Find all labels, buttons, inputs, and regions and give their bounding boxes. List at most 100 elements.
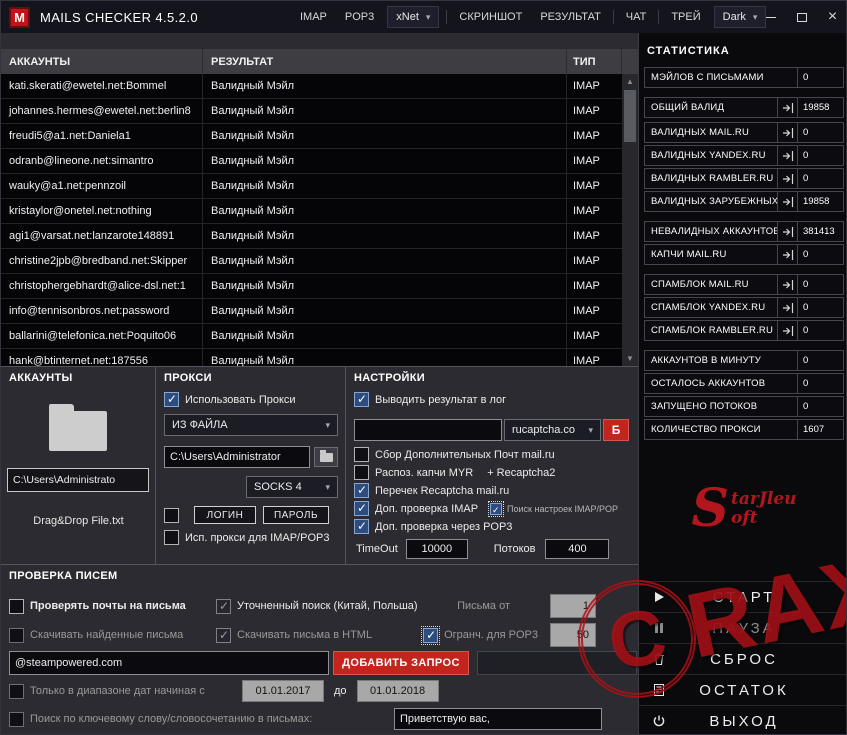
result-cell: Валидный Мэйл [203, 124, 567, 148]
login-button[interactable]: ЛОГИН [194, 506, 256, 524]
table-row[interactable]: odranb@lineone.net:simantroВалидный Мэйл… [1, 149, 622, 174]
result-cell: Валидный Мэйл [203, 299, 567, 323]
proxy-panel: ПРОКСИ Использовать Прокси ИЗ ФАЙЛА SOCK… [156, 366, 346, 564]
extra-pop3-checkbox[interactable] [354, 519, 369, 534]
proxy-for-imap-checkbox[interactable] [164, 530, 179, 545]
export-icon[interactable] [778, 97, 798, 118]
pop3-limit-checkbox[interactable] [423, 628, 438, 643]
scrollbar-thumb[interactable] [624, 90, 636, 142]
refined-search-label: Уточненный поиск (Китай, Польша) [237, 600, 418, 612]
minimize-icon [766, 17, 776, 18]
collect-mail-checkbox[interactable] [354, 447, 369, 462]
date-to-label: до [334, 685, 347, 697]
reset-button[interactable]: СБРОС [639, 643, 847, 674]
xnet-select[interactable]: xNet [387, 6, 439, 28]
menu-tray[interactable]: ТРЕЙ [662, 1, 709, 33]
table-row[interactable]: christine2jpb@bredband.net:SkipperВалидн… [1, 249, 622, 274]
exit-button[interactable]: ВЫХОД [639, 705, 847, 735]
query-input[interactable] [9, 651, 329, 675]
type-cell: IMAP [567, 274, 622, 298]
titlebar: M MAILS CHECKER 4.5.2.0 IMAP POP3 xNet С… [1, 1, 847, 33]
extra-imap-checkbox[interactable] [354, 501, 369, 516]
date-to-input[interactable] [357, 680, 439, 702]
export-icon[interactable] [778, 320, 798, 341]
password-button[interactable]: ПАРОЛЬ [263, 506, 329, 524]
menu-pop3[interactable]: POP3 [336, 1, 383, 33]
export-icon[interactable] [778, 297, 798, 318]
export-icon[interactable] [778, 122, 798, 143]
captcha-service-select[interactable]: rucaptcha.co [504, 419, 601, 441]
table-row[interactable]: johannes.hermes@ewetel.net:berlin8Валидн… [1, 99, 622, 124]
table-scrollbar[interactable] [622, 74, 638, 366]
stat-value: 0 [798, 297, 844, 318]
start-button[interactable]: СТАРТ [639, 581, 847, 612]
check-letters-checkbox[interactable] [9, 599, 24, 614]
balance-button[interactable]: Б [603, 419, 629, 441]
table-row[interactable]: info@tennisonbros.net:passwordВалидный М… [1, 299, 622, 324]
keyword-input[interactable] [394, 708, 602, 730]
proxy-path-input[interactable] [164, 446, 310, 468]
add-query-button[interactable]: ДОБАВИТЬ ЗАПРОС [333, 651, 469, 675]
log-output-checkbox[interactable] [354, 392, 369, 407]
table-row[interactable]: kati.skerati@ewetel.net:BommelВалидный М… [1, 74, 622, 99]
recheck-recaptcha-checkbox[interactable] [354, 483, 369, 498]
column-header-type[interactable]: ТИП [567, 49, 622, 74]
minimize-button[interactable] [755, 1, 786, 33]
proxy-auth-checkbox[interactable] [164, 508, 179, 523]
pop3-limit-input[interactable] [550, 623, 596, 647]
stat-value: 0 [798, 350, 844, 371]
recognize-captcha-checkbox[interactable] [354, 465, 369, 480]
column-header-accounts[interactable]: АККАУНТЫ [1, 49, 203, 74]
keyword-search-checkbox[interactable] [9, 712, 24, 727]
menu-result[interactable]: РЕЗУЛЬТАТ [531, 1, 609, 33]
pause-button[interactable]: ПАУЗА [639, 612, 847, 643]
threads-input[interactable] [545, 539, 609, 559]
menu-imap[interactable]: IMAP [291, 1, 336, 33]
download-html-checkbox[interactable] [216, 628, 231, 643]
stat-label: КАПЧИ MAIL.RU [644, 244, 778, 265]
refined-search-checkbox[interactable] [216, 599, 231, 614]
menu-chat[interactable]: ЧАТ [617, 1, 656, 33]
table-row[interactable]: wauky@a1.net:pennzoilВалидный МэйлIMAP [1, 174, 622, 199]
letters-from-input[interactable] [550, 594, 596, 618]
window-controls [755, 1, 847, 33]
export-icon[interactable] [778, 244, 798, 265]
proxy-folder-button[interactable] [314, 447, 338, 467]
close-button[interactable] [817, 1, 847, 33]
letters-check-panel: ПРОВЕРКА ПИСЕМ Проверять почты на письма… [1, 564, 638, 735]
use-proxy-checkbox[interactable] [164, 392, 179, 407]
date-range-checkbox[interactable] [9, 684, 24, 699]
export-icon[interactable] [778, 274, 798, 295]
column-header-result[interactable]: РЕЗУЛЬТАТ [203, 49, 567, 74]
type-cell: IMAP [567, 249, 622, 273]
menu-screenshot[interactable]: СКРИНШОТ [450, 1, 531, 33]
export-icon[interactable] [778, 145, 798, 166]
menu-separator [658, 10, 659, 24]
folder-icon[interactable] [49, 411, 107, 451]
stat-label: ВАЛИДНЫХ RAMBLER.RU [644, 168, 778, 189]
export-icon[interactable] [778, 221, 798, 242]
table-row[interactable]: kristaylor@onetel.net:nothingВалидный Мэ… [1, 199, 622, 224]
date-from-input[interactable] [242, 680, 324, 702]
imap-pop-settings-checkbox[interactable] [490, 503, 502, 515]
timeout-input[interactable] [406, 539, 468, 559]
timeout-label: TimeOut [356, 543, 398, 555]
export-icon[interactable] [778, 168, 798, 189]
accounts-path-button[interactable]: C:\Users\Administrato [7, 468, 149, 492]
table-row[interactable]: christophergebhardt@alice-dsl.net:1Валид… [1, 274, 622, 299]
download-found-checkbox[interactable] [9, 628, 24, 643]
export-icon[interactable] [778, 191, 798, 212]
maximize-button[interactable] [786, 1, 817, 33]
proxy-source-select[interactable]: ИЗ ФАЙЛА [164, 414, 338, 436]
table-row[interactable]: agi1@varsat.net:lanzarote148891Валидный … [1, 224, 622, 249]
stat-row: МЭЙЛОВ С ПИСЬМАМИ0 [644, 67, 844, 88]
scroll-up-icon[interactable] [622, 74, 638, 88]
captcha-key-input[interactable] [354, 419, 502, 441]
table-row[interactable]: ballarini@telefonica.net:Poquito06Валидн… [1, 324, 622, 349]
table-row[interactable]: freudi5@a1.net:Daniela1Валидный МэйлIMAP [1, 124, 622, 149]
stat-row: АККАУНТОВ В МИНУТУ0 [644, 350, 844, 371]
proxy-type-select[interactable]: SOCKS 4 [246, 476, 338, 498]
remainder-button[interactable]: ОСТАТОК [639, 674, 847, 705]
table-row[interactable]: hank@btinternet.net:187556Валидный МэйлI… [1, 349, 622, 366]
download-found-label: Скачивать найденные письма [30, 629, 216, 641]
